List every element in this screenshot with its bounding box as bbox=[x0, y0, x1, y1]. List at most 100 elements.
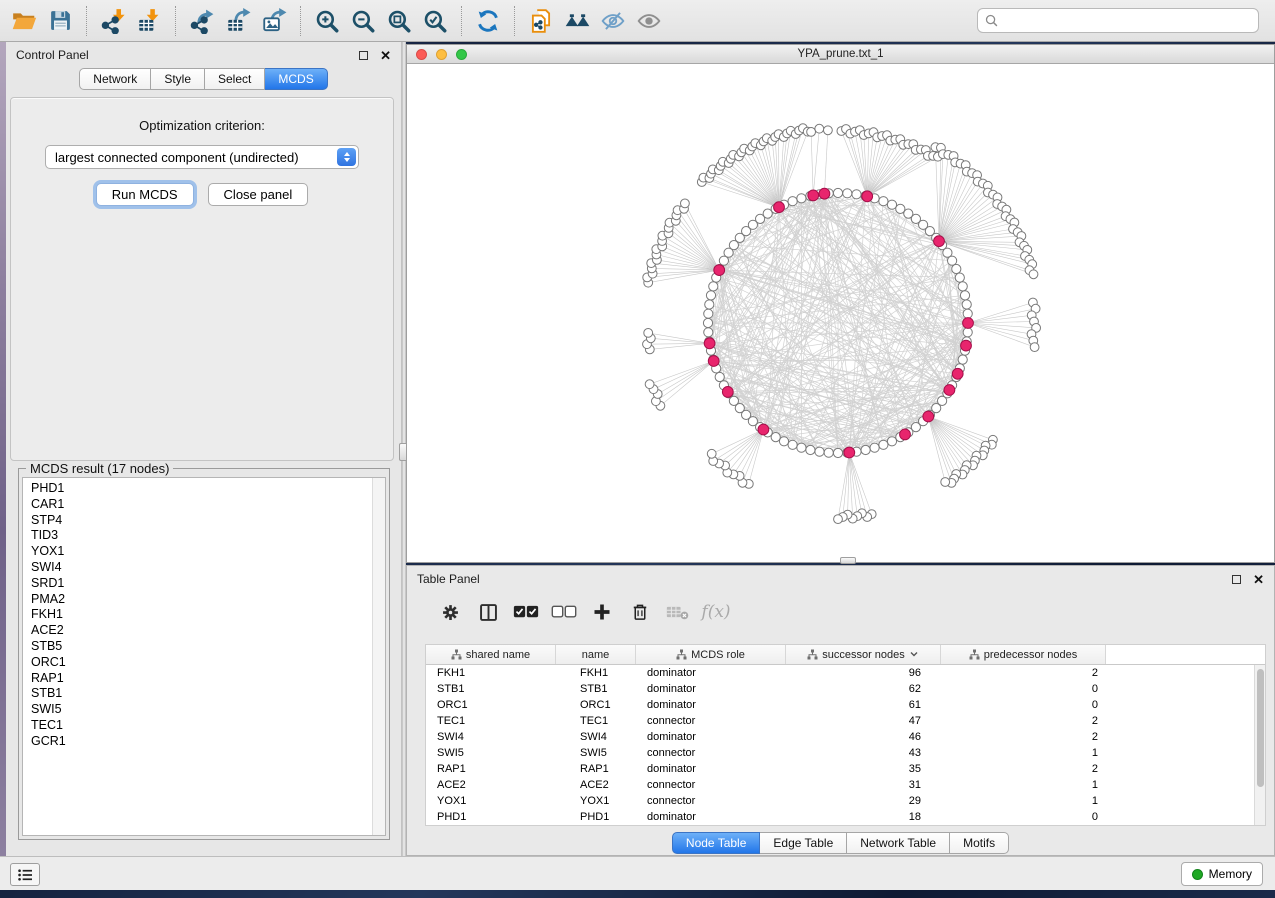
tab-node-table[interactable]: Node Table bbox=[672, 832, 761, 854]
table-row[interactable]: ACE2ACE2connector311 bbox=[426, 777, 1254, 793]
zoom-selected-icon[interactable] bbox=[417, 4, 453, 38]
cell-name[interactable]: RAP1 bbox=[556, 761, 636, 777]
satellite-node[interactable] bbox=[815, 124, 824, 133]
cell-name[interactable]: SWI4 bbox=[556, 729, 636, 745]
ring-node[interactable] bbox=[955, 273, 964, 282]
tab-mcds[interactable]: MCDS bbox=[265, 68, 327, 90]
cell-predecessor-nodes[interactable]: 1 bbox=[941, 777, 1106, 793]
table-scrollbar[interactable] bbox=[1254, 665, 1265, 825]
tab-select[interactable]: Select bbox=[205, 68, 265, 90]
table-row[interactable]: FKH1FKH1dominator962 bbox=[426, 665, 1254, 681]
dominator-node[interactable] bbox=[934, 236, 945, 247]
satellite-node[interactable] bbox=[834, 515, 843, 524]
cell-successor-nodes[interactable]: 35 bbox=[786, 761, 941, 777]
task-history-button[interactable] bbox=[10, 863, 40, 886]
cell-predecessor-nodes[interactable]: 0 bbox=[941, 681, 1106, 697]
ring-node[interactable] bbox=[788, 197, 797, 206]
cell-mcds-role[interactable]: dominator bbox=[636, 761, 786, 777]
cell-predecessor-nodes[interactable]: 2 bbox=[941, 713, 1106, 729]
network-canvas[interactable] bbox=[407, 64, 1274, 562]
close-panel-button[interactable]: Close panel bbox=[208, 183, 309, 206]
dominator-node[interactable] bbox=[808, 190, 819, 201]
search-field[interactable] bbox=[977, 8, 1259, 33]
ring-node[interactable] bbox=[852, 190, 861, 199]
cell-shared-name[interactable]: ORC1 bbox=[426, 697, 556, 713]
cell-successor-nodes[interactable]: 61 bbox=[786, 697, 941, 713]
save-icon[interactable] bbox=[42, 4, 78, 38]
cell-successor-nodes[interactable]: 46 bbox=[786, 729, 941, 745]
ring-node[interactable] bbox=[861, 445, 870, 454]
ring-node[interactable] bbox=[952, 264, 961, 273]
satellite-node[interactable] bbox=[824, 126, 833, 135]
cell-successor-nodes[interactable]: 43 bbox=[786, 745, 941, 761]
cell-shared-name[interactable]: SWI4 bbox=[426, 729, 556, 745]
satellite-node[interactable] bbox=[707, 449, 716, 458]
column-header-successor-nodes[interactable]: successor nodes bbox=[786, 645, 941, 664]
ring-node[interactable] bbox=[703, 318, 712, 327]
open-folder-icon[interactable] bbox=[6, 4, 42, 38]
table-scrollbar-thumb[interactable] bbox=[1257, 669, 1264, 787]
search-input[interactable] bbox=[999, 11, 1258, 31]
cell-mcds-role[interactable]: dominator bbox=[636, 729, 786, 745]
cell-predecessor-nodes[interactable]: 1 bbox=[941, 793, 1106, 809]
ring-node[interactable] bbox=[879, 440, 888, 449]
dominator-node[interactable] bbox=[819, 188, 830, 199]
function-builder-icon[interactable]: f(x) bbox=[697, 599, 735, 625]
ring-node[interactable] bbox=[815, 447, 824, 456]
tab-edge-table[interactable]: Edge Table bbox=[760, 832, 847, 854]
run-mcds-button[interactable]: Run MCDS bbox=[96, 183, 194, 206]
zoom-fit-icon[interactable] bbox=[381, 4, 417, 38]
mcds-result-item[interactable]: TEC1 bbox=[31, 718, 385, 734]
satellite-node[interactable] bbox=[681, 199, 690, 208]
zoom-out-icon[interactable] bbox=[345, 4, 381, 38]
ring-node[interactable] bbox=[797, 443, 806, 452]
copy-network-icon[interactable] bbox=[523, 4, 559, 38]
import-network-icon[interactable] bbox=[95, 4, 131, 38]
cell-predecessor-nodes[interactable]: 2 bbox=[941, 729, 1106, 745]
table-row[interactable]: PHD1PHD1dominator180 bbox=[426, 809, 1254, 825]
zoom-in-icon[interactable] bbox=[309, 4, 345, 38]
cell-successor-nodes[interactable]: 62 bbox=[786, 681, 941, 697]
cell-shared-name[interactable]: RAP1 bbox=[426, 761, 556, 777]
optimization-select[interactable]: largest connected component (undirected) bbox=[45, 145, 359, 169]
dominator-node[interactable] bbox=[844, 447, 855, 458]
dominator-node[interactable] bbox=[714, 265, 725, 276]
column-format-icon[interactable] bbox=[469, 599, 507, 625]
table-row[interactable]: TEC1TEC1connector472 bbox=[426, 713, 1254, 729]
cell-successor-nodes[interactable]: 18 bbox=[786, 809, 941, 825]
memory-button[interactable]: Memory bbox=[1181, 862, 1263, 886]
mcds-result-item[interactable]: ORC1 bbox=[31, 655, 385, 671]
dominator-node[interactable] bbox=[758, 424, 769, 435]
ring-node[interactable] bbox=[704, 328, 713, 337]
cell-successor-nodes[interactable]: 96 bbox=[786, 665, 941, 681]
table-row[interactable]: ORC1ORC1dominator610 bbox=[426, 697, 1254, 713]
delete-table-icon[interactable] bbox=[659, 599, 697, 625]
cell-shared-name[interactable]: ACE2 bbox=[426, 777, 556, 793]
mcds-result-item[interactable]: SWI4 bbox=[31, 560, 385, 576]
import-table-icon[interactable] bbox=[131, 4, 167, 38]
satellite-node[interactable] bbox=[807, 128, 816, 137]
cell-shared-name[interactable]: SWI5 bbox=[426, 745, 556, 761]
dominator-node[interactable] bbox=[900, 429, 911, 440]
tab-network[interactable]: Network bbox=[79, 68, 151, 90]
table-row[interactable]: STB1STB1dominator620 bbox=[426, 681, 1254, 697]
ring-node[interactable] bbox=[833, 448, 842, 457]
ring-node[interactable] bbox=[948, 256, 957, 265]
satellite-node[interactable] bbox=[941, 478, 950, 487]
cell-name[interactable]: ACE2 bbox=[556, 777, 636, 793]
cell-mcds-role[interactable]: dominator bbox=[636, 697, 786, 713]
ring-node[interactable] bbox=[824, 448, 833, 457]
ring-node[interactable] bbox=[879, 197, 888, 206]
column-header-mcds-role[interactable]: MCDS role bbox=[636, 645, 786, 664]
cell-mcds-role[interactable]: dominator bbox=[636, 809, 786, 825]
column-header-shared-name[interactable]: shared name bbox=[426, 645, 556, 664]
ring-node[interactable] bbox=[963, 309, 972, 318]
network-graph[interactable] bbox=[407, 64, 1274, 562]
dominator-node[interactable] bbox=[708, 356, 719, 367]
ring-node[interactable] bbox=[887, 437, 896, 446]
dominator-node[interactable] bbox=[961, 340, 972, 351]
table-row[interactable]: RAP1RAP1dominator352 bbox=[426, 761, 1254, 777]
result-scrollbar-track[interactable] bbox=[372, 478, 385, 835]
mcds-result-item[interactable]: ACE2 bbox=[31, 623, 385, 639]
column-header-predecessor-nodes[interactable]: predecessor nodes bbox=[941, 645, 1106, 664]
